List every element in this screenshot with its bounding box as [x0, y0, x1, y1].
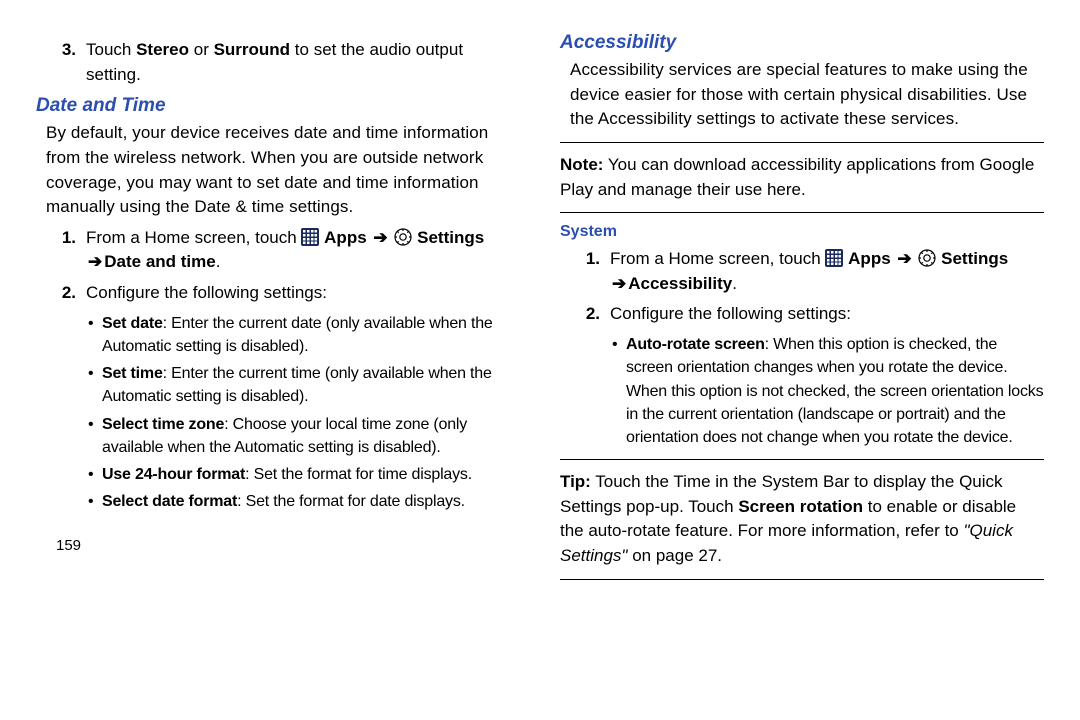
bullet-title: Auto-rotate screen — [626, 336, 765, 353]
apps-label: Apps — [848, 249, 895, 268]
text: Touch — [86, 40, 136, 59]
tip-label: Tip: — [560, 472, 591, 491]
divider — [560, 459, 1044, 460]
tip-block: Tip: Touch the Time in the System Bar to… — [560, 470, 1044, 569]
divider — [560, 579, 1044, 580]
divider — [560, 212, 1044, 213]
note-text: You can download accessibility applicati… — [560, 155, 1034, 199]
bullet-text: : Set the format for time displays. — [245, 466, 472, 483]
date-time-bullets: • Set date: Enter the current date (only… — [36, 312, 520, 514]
step-number: 1. — [36, 226, 86, 275]
accessibility-label: Accessibility — [628, 274, 732, 293]
stereo-label: Stereo — [136, 40, 189, 59]
step-body: From a Home screen, touch Apps ➔ Setting… — [610, 247, 1044, 296]
subheading-system: System — [560, 223, 1044, 241]
text: . — [216, 252, 221, 271]
settings-gear-icon — [394, 228, 412, 246]
screen-rotation-label: Screen rotation — [738, 497, 863, 516]
step-body: Touch Stereo or Surround to set the audi… — [86, 38, 520, 87]
bullet-text: : Set the format for date displays. — [237, 493, 465, 510]
step-number: 2. — [36, 281, 86, 306]
note-block: Note: You can download accessibility app… — [560, 153, 1044, 202]
tip-text: on page 27. — [627, 546, 722, 565]
step-body: Configure the following settings: — [86, 281, 520, 306]
accessibility-bullets: • Auto-rotate screen: When this option i… — [560, 333, 1044, 449]
text: From a Home screen, touch — [610, 249, 825, 268]
heading-date-and-time: Date and Time — [36, 95, 520, 117]
left-column: 3. Touch Stereo or Surround to set the a… — [36, 32, 520, 590]
bullet-set-time: • Set time: Enter the current time (only… — [86, 362, 520, 408]
arrow-icon: ➔ — [895, 247, 913, 272]
arrow-icon: ➔ — [86, 250, 104, 275]
manual-page: 3. Touch Stereo or Surround to set the a… — [0, 0, 1080, 590]
arrow-icon: ➔ — [371, 226, 389, 251]
bullet-marker: • — [86, 463, 102, 486]
step-2-date: 2. Configure the following settings: — [36, 281, 520, 306]
bullet-select-timezone: • Select time zone: Choose your local ti… — [86, 413, 520, 459]
bullet-marker: • — [86, 490, 102, 513]
step-1-date: 1. From a Home screen, touch Apps ➔ Sett… — [36, 226, 520, 275]
bullet-title: Use 24-hour format — [102, 466, 245, 483]
step-number: 2. — [560, 302, 610, 327]
bullet-marker: • — [86, 413, 102, 459]
bullet-marker: • — [86, 362, 102, 408]
step-2-accessibility: 2. Configure the following settings: — [560, 302, 1044, 327]
accessibility-intro: Accessibility services are special featu… — [560, 58, 1044, 132]
bullet-marker: • — [86, 312, 102, 358]
text: . — [732, 274, 737, 293]
text: From a Home screen, touch — [86, 228, 301, 247]
bullet-marker: • — [610, 333, 626, 449]
step-number: 1. — [560, 247, 610, 296]
bullet-date-format: • Select date format: Set the format for… — [86, 490, 520, 513]
bullet-24h-format: • Use 24-hour format: Set the format for… — [86, 463, 520, 486]
settings-gear-icon — [918, 249, 936, 267]
settings-label: Settings — [417, 228, 484, 247]
bullet-set-date: • Set date: Enter the current date (only… — [86, 312, 520, 358]
apps-label: Apps — [324, 228, 371, 247]
step-number: 3. — [36, 38, 86, 87]
bullet-title: Set time — [102, 365, 163, 382]
date-and-time-label: Date and time — [104, 252, 215, 271]
right-column: Accessibility Accessibility services are… — [560, 32, 1044, 590]
settings-label: Settings — [941, 249, 1008, 268]
date-time-intro: By default, your device receives date an… — [36, 121, 520, 220]
bullet-title: Select date format — [102, 493, 237, 510]
note-label: Note: — [560, 155, 603, 174]
arrow-icon: ➔ — [610, 272, 628, 297]
step-body: From a Home screen, touch Apps ➔ Setting… — [86, 226, 520, 275]
apps-grid-icon — [825, 249, 843, 267]
step-body: Configure the following settings: — [610, 302, 1044, 327]
heading-accessibility: Accessibility — [560, 32, 1044, 54]
bullet-title: Select time zone — [102, 416, 224, 433]
bullet-title: Set date — [102, 315, 163, 332]
apps-grid-icon — [301, 228, 319, 246]
text: or — [189, 40, 214, 59]
divider — [560, 142, 1044, 143]
bullet-auto-rotate: • Auto-rotate screen: When this option i… — [610, 333, 1044, 449]
page-number: 159 — [36, 537, 520, 554]
step-3-audio: 3. Touch Stereo or Surround to set the a… — [36, 38, 520, 87]
step-1-accessibility: 1. From a Home screen, touch Apps ➔ Sett… — [560, 247, 1044, 296]
surround-label: Surround — [214, 40, 291, 59]
